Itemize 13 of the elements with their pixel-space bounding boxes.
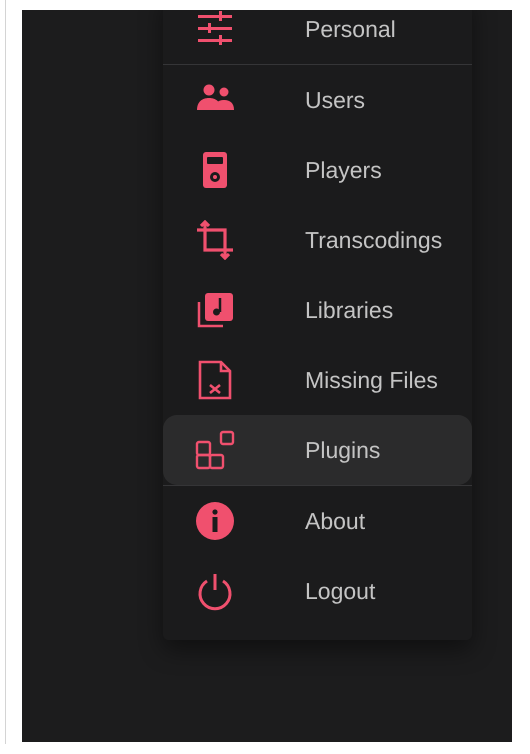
menu-item[interactable]: Missing Files <box>163 345 472 415</box>
menu-item[interactable]: Transcodings <box>163 205 472 275</box>
crop-icon <box>195 220 235 260</box>
menu-item[interactable]: Players <box>163 135 472 205</box>
menu-item[interactable]: Users <box>163 65 472 135</box>
info-icon <box>195 501 235 541</box>
music-library-icon <box>195 290 235 330</box>
menu-item[interactable]: Personal <box>163 10 472 64</box>
menu-item[interactable]: Logout <box>163 556 472 626</box>
menu-item[interactable]: Libraries <box>163 275 472 345</box>
menu-item[interactable]: About <box>163 486 472 556</box>
plugins-icon <box>195 430 235 470</box>
menu-item[interactable]: Plugins <box>163 415 472 485</box>
